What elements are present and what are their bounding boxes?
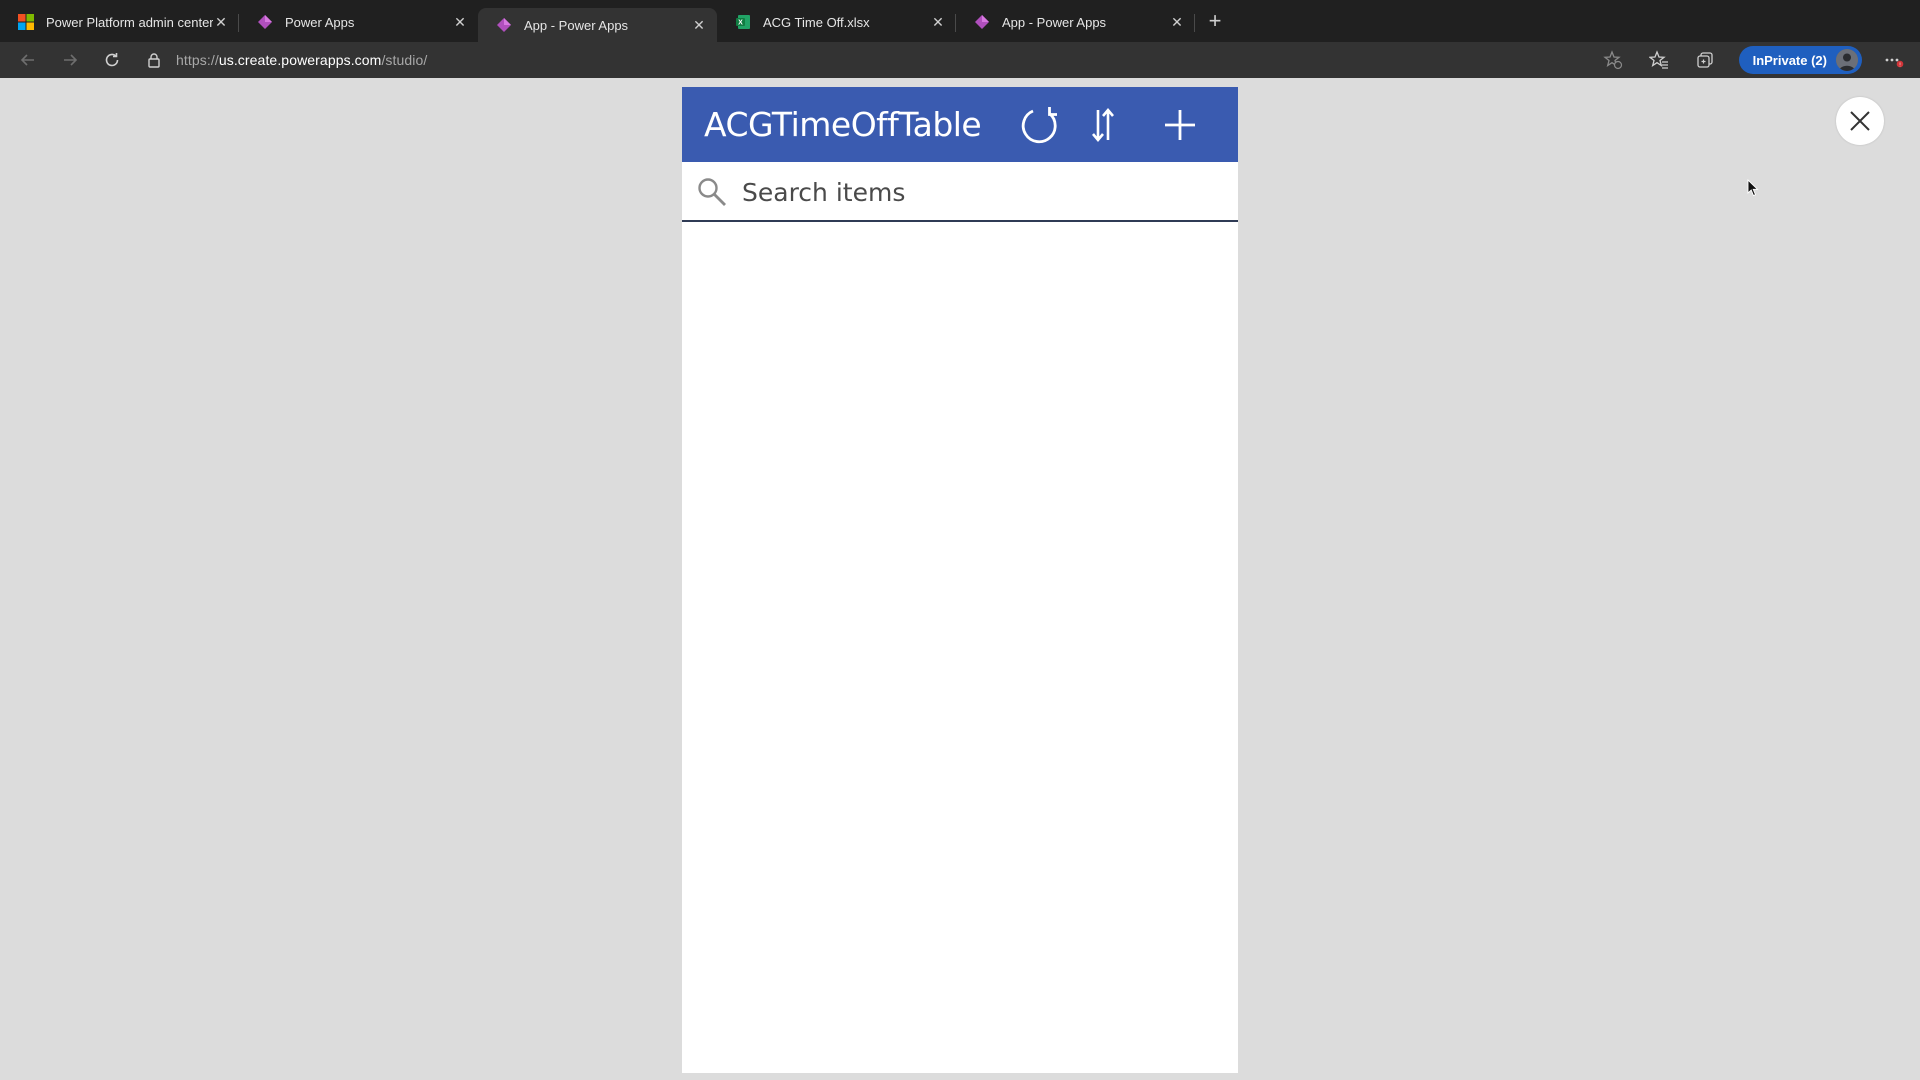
search-bar (682, 162, 1238, 222)
add-favorite-button[interactable] (1599, 46, 1627, 74)
url-host: us.create.powerapps.com (218, 52, 382, 68)
settings-more-button[interactable]: ! (1880, 46, 1908, 74)
sort-button[interactable] (1082, 104, 1124, 146)
tab-title: App - Power Apps (524, 17, 629, 33)
power-apps-icon (258, 15, 272, 29)
search-icon (698, 178, 726, 206)
close-icon (1850, 111, 1870, 131)
reload-icon (105, 53, 119, 67)
tab-app-power-apps[interactable]: App - Power Apps ✕ (956, 5, 1195, 39)
inprivate-profile-button[interactable]: InPrivate (2) (1738, 46, 1862, 74)
collections-icon (1696, 52, 1713, 68)
browser-toolbar: https://us.create.powerapps.com/studio/ … (0, 42, 1920, 78)
sort-icon (1092, 107, 1114, 143)
tab-title: ACG Time Off.xlsx (763, 14, 870, 30)
back-arrow-icon (20, 54, 34, 66)
favorites-button[interactable] (1645, 46, 1673, 74)
tab-separator (1194, 14, 1195, 32)
tab-close-icon[interactable]: ✕ (1169, 14, 1185, 30)
add-icon (1165, 110, 1195, 140)
address-bar[interactable]: https://us.create.powerapps.com/studio/ (146, 46, 1581, 74)
back-button[interactable] (14, 46, 42, 74)
tab-close-icon[interactable]: ✕ (213, 14, 229, 30)
tab-close-icon[interactable]: ✕ (452, 14, 468, 30)
url-scheme: https:// (176, 52, 219, 68)
preview-canvas: ACGTimeOffTable (0, 78, 1920, 1080)
tab-close-icon[interactable]: ✕ (691, 17, 707, 33)
collections-button[interactable] (1691, 46, 1719, 74)
page-title: ACGTimeOffTable (704, 105, 982, 144)
tab-title: Power Apps (285, 14, 355, 30)
forward-arrow-icon (64, 54, 78, 66)
app-header-bar: ACGTimeOffTable (682, 87, 1238, 162)
forward-button[interactable] (56, 46, 84, 74)
more-ellipsis-icon: ! (1885, 58, 1904, 68)
browser-tab-strip: Power Platform admin center ✕ Power Apps… (0, 0, 1920, 42)
avatar (1836, 49, 1858, 71)
tab-title: Power Platform admin center (46, 14, 213, 30)
tab-acg-time-off-xlsx[interactable]: X ACG Time Off.xlsx ✕ (717, 5, 956, 39)
inprivate-label: InPrivate (2) (1752, 52, 1827, 68)
excel-icon: X (736, 15, 750, 29)
add-item-button[interactable] (1159, 104, 1201, 146)
tab-title: App - Power Apps (1002, 14, 1107, 30)
url-text: https://us.create.powerapps.com/studio/ (176, 52, 427, 68)
search-input[interactable] (742, 172, 1222, 212)
star-add-icon (1602, 50, 1622, 70)
power-apps-icon (975, 15, 989, 29)
power-apps-icon (497, 18, 511, 32)
favorites-icon (1648, 50, 1668, 69)
lock-icon (148, 53, 160, 68)
refresh-button[interactable] (1019, 104, 1061, 146)
refresh-icon (1021, 107, 1057, 144)
url-path: /studio/ (381, 52, 428, 68)
tab-power-platform-admin-center[interactable]: Power Platform admin center ✕ (0, 5, 239, 39)
app-screen: ACGTimeOffTable (682, 87, 1238, 1073)
toolbar-right-actions: InPrivate (2) ! (1581, 46, 1908, 74)
mouse-cursor-icon (1747, 179, 1759, 197)
close-preview-button[interactable] (1836, 97, 1884, 145)
gallery-list (682, 222, 1238, 1073)
tab-app-power-apps-active[interactable]: App - Power Apps ✕ (478, 8, 717, 42)
new-tab-button[interactable]: + (1201, 8, 1229, 36)
reload-button[interactable] (98, 46, 126, 74)
svg-text:X: X (738, 20, 743, 27)
profile-avatar-icon (1836, 49, 1858, 71)
microsoft-logo-icon (18, 14, 34, 30)
tab-close-icon[interactable]: ✕ (930, 14, 946, 30)
tab-power-apps[interactable]: Power Apps ✕ (239, 5, 478, 39)
